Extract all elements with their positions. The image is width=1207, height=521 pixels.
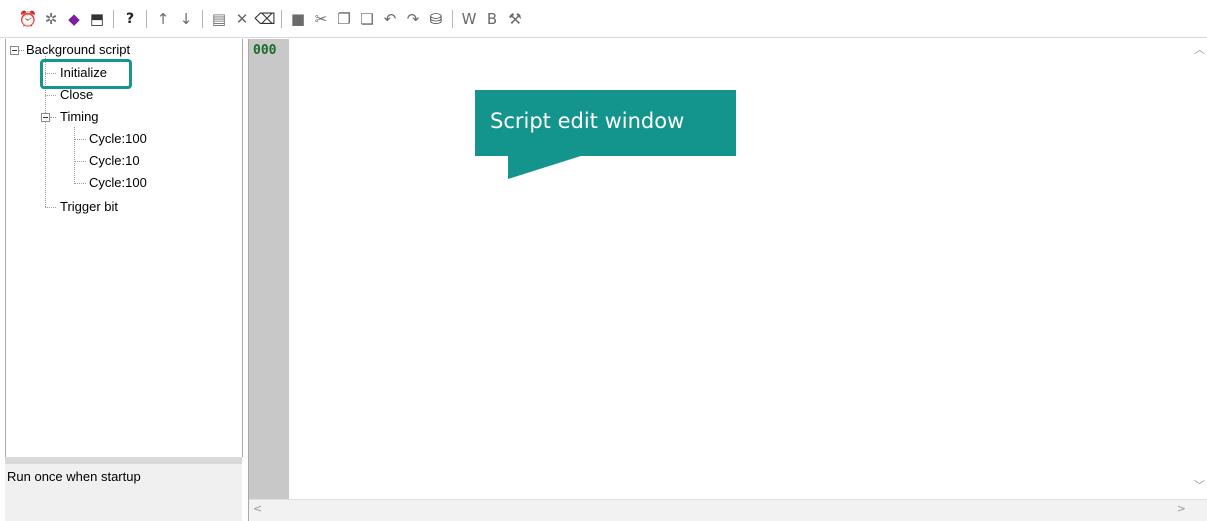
tree-item-cycle[interactable]: Cycle:100 <box>89 173 147 193</box>
tree-item-cycle[interactable]: Cycle:10 <box>89 151 140 171</box>
document-icon[interactable]: ▤ <box>209 8 229 30</box>
copy-icon[interactable]: ❐ <box>334 8 354 30</box>
scroll-left-icon[interactable]: < <box>253 502 262 515</box>
move-up-icon[interactable]: ↑ <box>153 8 173 30</box>
tree-item-trigger-bit[interactable]: Trigger bit <box>60 197 118 217</box>
tree-connector <box>45 207 56 208</box>
undo-icon[interactable]: ↶ <box>380 8 400 30</box>
eraser-icon[interactable]: ⌫ <box>254 8 275 30</box>
tree-connector <box>50 117 56 118</box>
script-edit-window-callout: Script edit window <box>475 90 736 156</box>
tree-item-background-script[interactable]: Background script <box>26 40 130 60</box>
script-tree-panel: Background script Initialize Close Timin… <box>5 39 243 457</box>
toolbar-separator <box>281 9 282 28</box>
callout-pointer <box>508 155 584 179</box>
tool-icon[interactable]: ✲ <box>41 8 61 30</box>
tree-item-timing[interactable]: Timing <box>60 107 99 127</box>
collapse-icon[interactable] <box>10 46 19 55</box>
tree-connector <box>45 95 56 96</box>
toolbar-separator <box>113 9 114 28</box>
database-icon[interactable]: ⛁ <box>426 8 446 30</box>
scroll-down-icon[interactable]: ﹀ <box>1191 477 1207 493</box>
description-panel: Run once when startup <box>5 457 242 521</box>
cut-icon[interactable]: ✂ <box>311 8 331 30</box>
description-text: Run once when startup <box>7 469 141 484</box>
scroll-up-icon[interactable]: ︿ <box>1191 41 1207 57</box>
tree-connector <box>19 50 24 51</box>
disk-icon[interactable]: ⬒ <box>87 8 107 30</box>
help-icon[interactable]: ? <box>120 8 140 30</box>
alarm-clock-icon[interactable]: ⏰ <box>18 8 38 30</box>
line-number: 000 <box>253 43 277 58</box>
horizontal-scrollbar[interactable]: < > <box>249 499 1207 521</box>
toolbar: ⏰ ✲ ◆ ⬒ ? ↑ ↓ ▤ ✕ ⌫ ■ ✂ ❐ ❏ ↶ ↷ ⛁ W B ⚒ <box>0 0 1207 38</box>
gem-icon[interactable]: ◆ <box>64 8 84 30</box>
hammer-icon[interactable]: ⚒ <box>505 8 525 30</box>
delete-icon[interactable]: ✕ <box>232 8 252 30</box>
toolbar-separator <box>202 9 203 28</box>
bit-button[interactable]: B <box>482 8 502 30</box>
tree-connector <box>74 161 86 162</box>
toolbar-separator <box>146 9 147 28</box>
toolbar-separator <box>452 9 453 28</box>
tree-connector <box>74 139 86 140</box>
script-tree: Background script Initialize Close Timin… <box>6 39 242 457</box>
paste-icon[interactable]: ❏ <box>357 8 377 30</box>
line-number-gutter: 000 <box>249 39 289 499</box>
tree-item-close[interactable]: Close <box>60 85 93 105</box>
word-button[interactable]: W <box>459 8 479 30</box>
scroll-right-icon[interactable]: > <box>1177 502 1186 515</box>
save-icon[interactable]: ■ <box>288 8 308 30</box>
tree-connector <box>74 183 86 184</box>
move-down-icon[interactable]: ↓ <box>176 8 196 30</box>
vertical-scrollbar[interactable]: ︿ ﹀ <box>1191 39 1207 499</box>
tree-item-cycle[interactable]: Cycle:100 <box>89 129 147 149</box>
tree-connector <box>74 127 75 184</box>
collapse-icon[interactable] <box>41 113 50 122</box>
redo-icon[interactable]: ↷ <box>403 8 423 30</box>
